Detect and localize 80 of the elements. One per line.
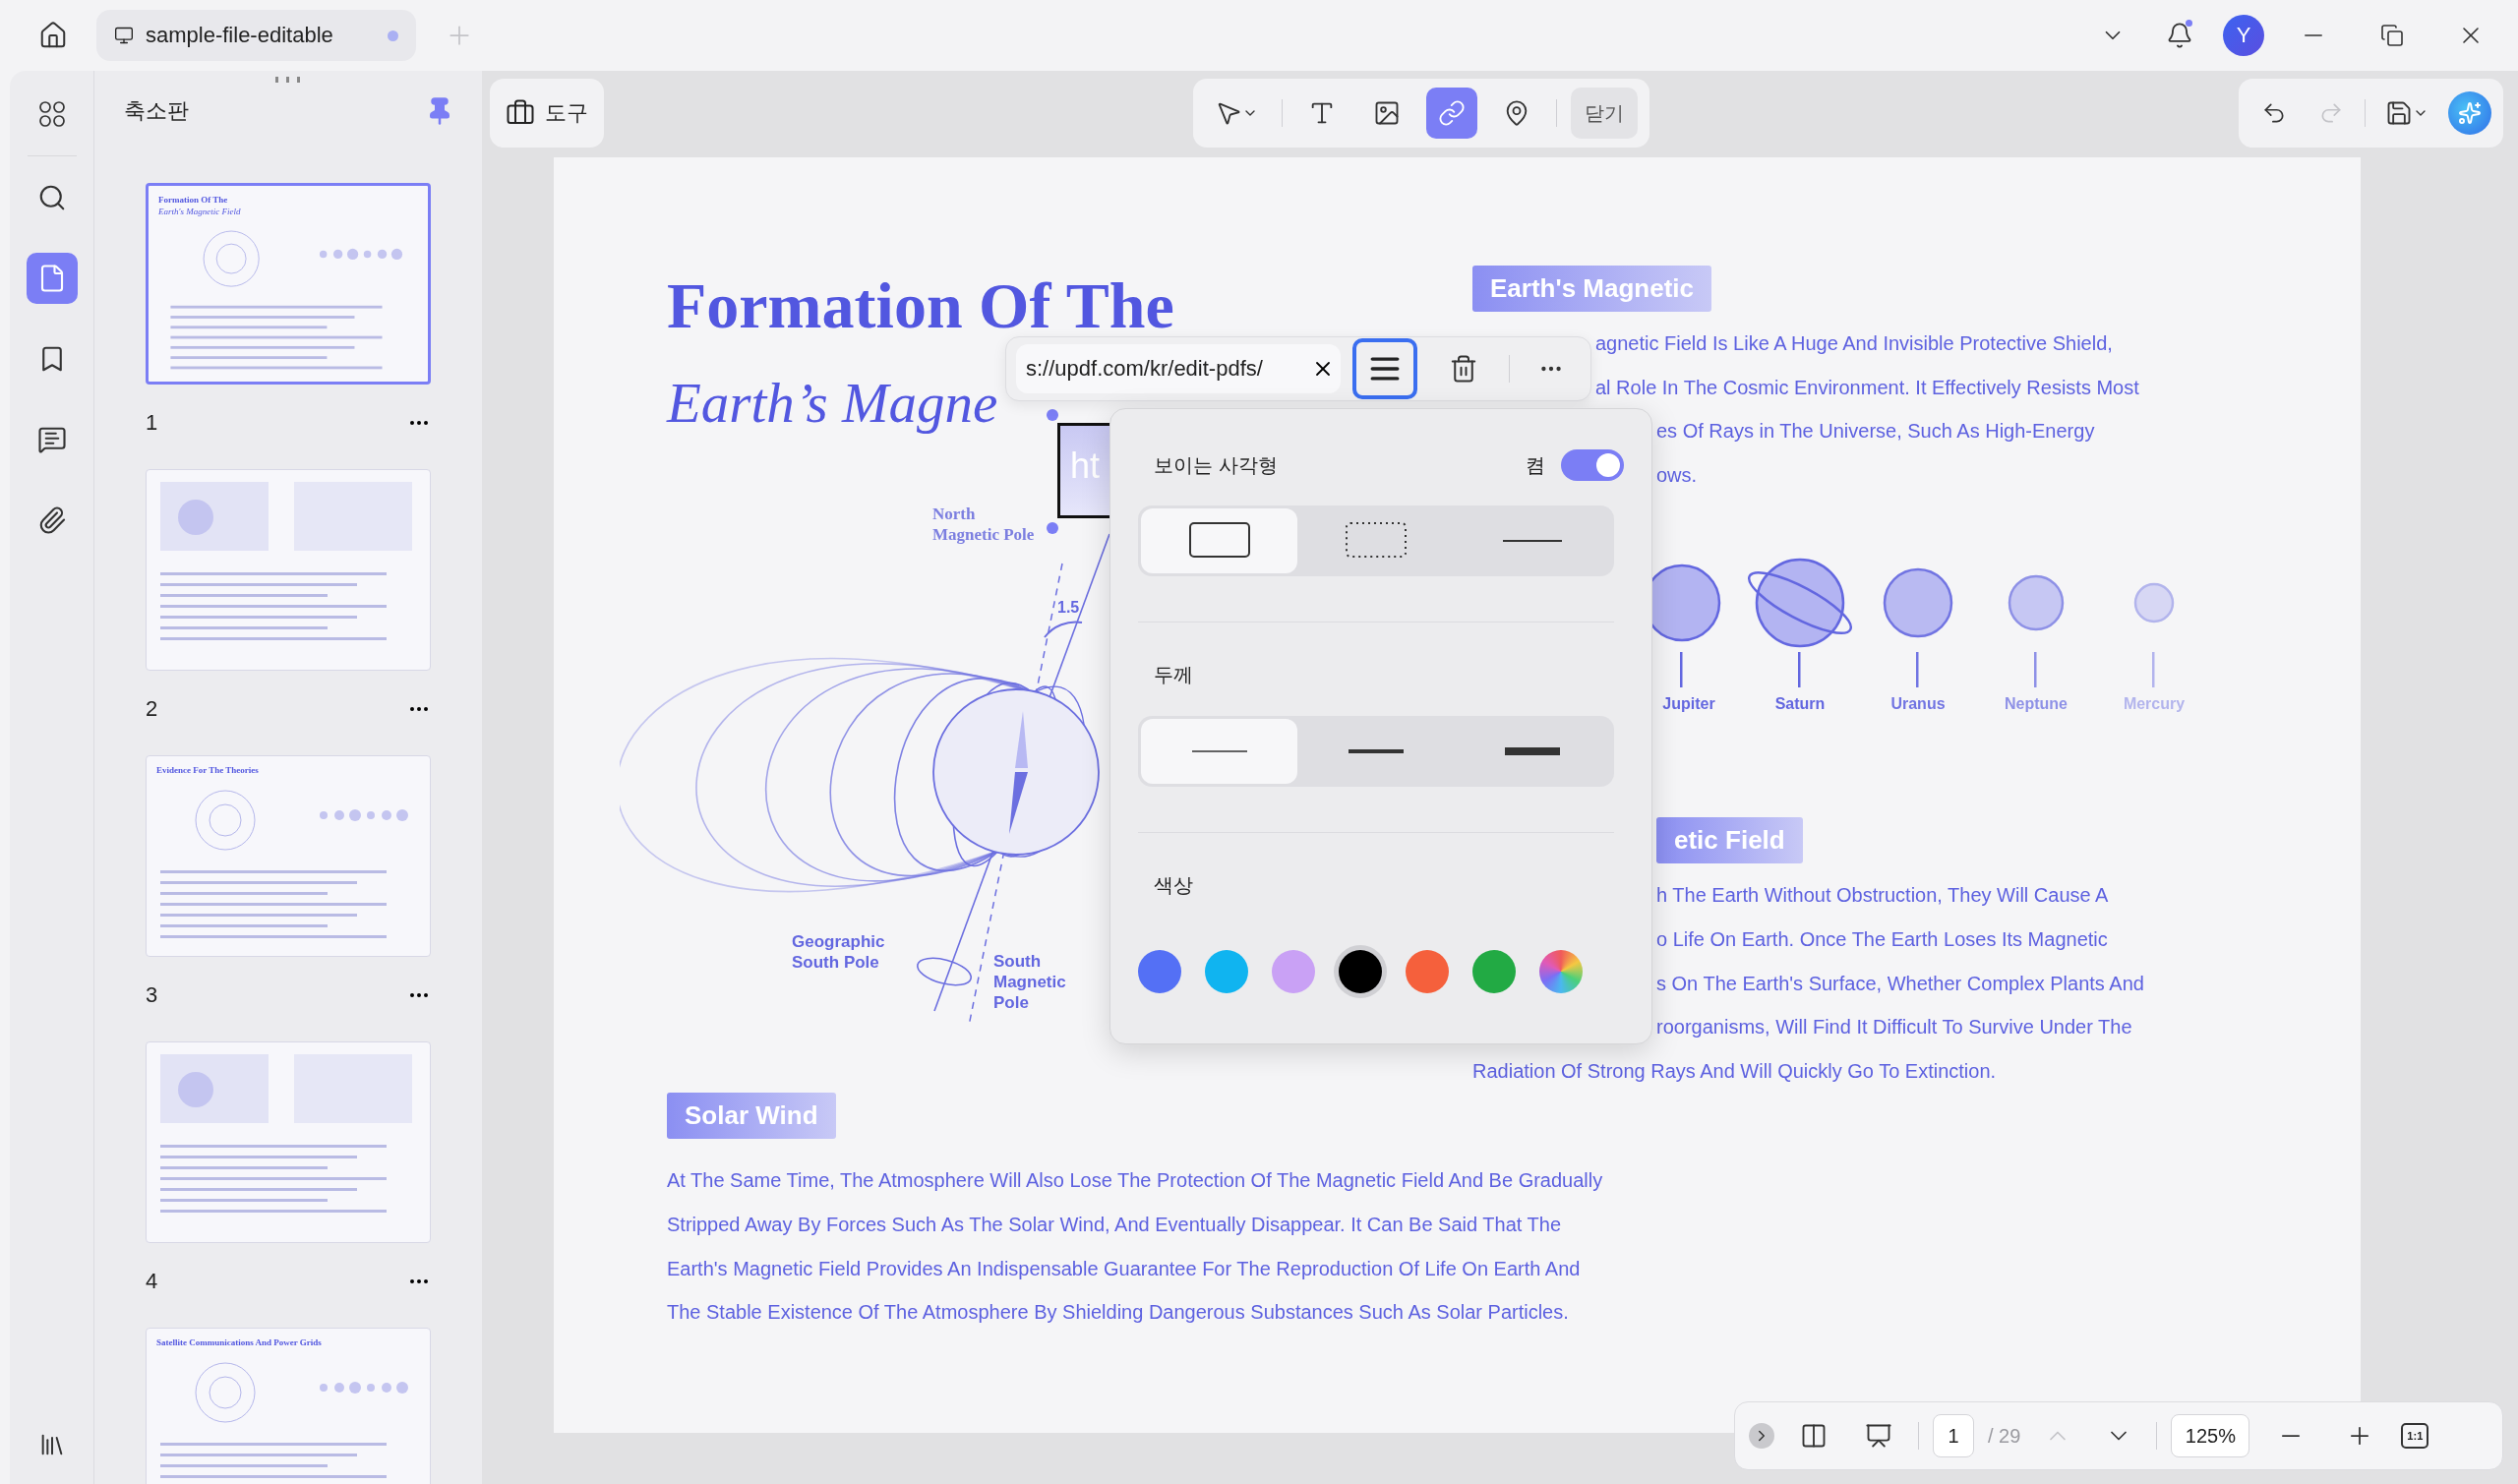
text-line: o Life On Earth. Once The Earth Loses Its Magnetic [1656, 926, 2108, 952]
setting-label: 색상 [1154, 873, 1194, 898]
page-thumbnail[interactable] [146, 1041, 431, 1243]
line-thickness-icon [1505, 746, 1561, 756]
page-number: 3 [146, 982, 158, 1008]
page-thumbnail[interactable] [146, 469, 431, 671]
tick-mark [1798, 652, 1802, 688]
planet-label: Uranus [1890, 695, 1946, 714]
setting-label: 보이는 사각형 [1154, 452, 1278, 478]
link-icon [1438, 99, 1466, 127]
diagram-label: South Magnetic Pole [993, 952, 1066, 1012]
expand-icon[interactable] [1749, 1423, 1774, 1449]
planet-label: Mercury [2123, 695, 2186, 714]
page-thumbnail[interactable]: Satellite Communications And Power Grids [146, 1328, 431, 1484]
tools-button[interactable]: 도구 [490, 79, 604, 148]
document-subtitle: Earth’s Magne [667, 371, 998, 436]
diagram-label: Geographic South Pole [792, 932, 885, 972]
diagram-label: North Magnetic Pole [932, 505, 1035, 544]
paragraph: At The Same Time, The Atmosphere Will Also Lose The Protection Of The Magnetic Field And Be Gradually Stripped Away By Forces Such As The Solar Wind, And Eventually Disappear. It Can Be Said That The Earth's Magnetic Field Provides An Indispensable Guarantee For The Reproduction Of Life On Earth And The Stable Existence Of The Atmosphere By Shielding Dangerous Substances Such As Solar Particles. [667, 1168, 1604, 1326]
text-line: roorganisms, Will Find It Difficult To Survive Under The [1656, 1015, 2132, 1040]
tick-mark [2034, 652, 2038, 688]
text-line: s On The Earth's Surface, Whether Complex Plants And [1656, 971, 2144, 996]
close-button[interactable]: 닫기 [1571, 88, 1638, 139]
line-thickness-icon [1349, 746, 1404, 756]
page-number: 4 [146, 1269, 158, 1294]
thumbnail-title: Evidence For The Theories [156, 764, 260, 776]
tab-title: sample-file-editable [146, 23, 334, 48]
diagram-label: 1.5 [1057, 599, 1080, 616]
planet-label: Jupiter [1662, 695, 1715, 714]
panel-title: 축소판 [124, 97, 189, 125]
thumbnail-title: Formation Of The [158, 194, 229, 206]
setting-label: 두께 [1154, 663, 1194, 687]
border-style-option[interactable] [1141, 508, 1298, 573]
text-line: Radiation Of Strong Rays And Will Quickly Go To Extinction. [1472, 1058, 1997, 1084]
ai-assistant-icon[interactable] [2448, 91, 2491, 135]
solid-rectangle-icon [1188, 522, 1250, 560]
resize-handle[interactable] [1047, 409, 1058, 421]
url-field[interactable]: s://updf.com/kr/edit-pdfs/ [1016, 344, 1342, 393]
color-swatch[interactable] [1472, 950, 1516, 993]
page-thumbnail[interactable]: Evidence For The Theories [146, 755, 431, 957]
page-total: / 29 [1988, 1424, 2021, 1448]
text-line: agnetic Field Is Like A Huge And Invisible Protective Shield, [1595, 331, 2113, 356]
page-icon[interactable] [26, 253, 78, 304]
document-tab[interactable]: sample-file-editable [96, 10, 416, 61]
resize-handle[interactable] [1047, 522, 1058, 534]
thumbnail-title: Earth's Magnetic Field [158, 206, 242, 217]
visible-rectangle-toggle[interactable] [1561, 449, 1624, 481]
user-avatar[interactable]: Y [2223, 15, 2264, 56]
tick-mark [1916, 652, 1920, 688]
drag-handle-icon[interactable] [273, 76, 303, 84]
document-title: Formation Of The [667, 273, 1174, 338]
color-swatch[interactable] [1138, 950, 1181, 993]
page-number: 1 [146, 410, 158, 436]
planet-label: Neptune [2005, 695, 2068, 714]
color-swatch[interactable] [1205, 950, 1248, 993]
dotted-rectangle-icon [1346, 522, 1407, 560]
page-number: 2 [146, 696, 158, 722]
color-swatch[interactable] [1539, 950, 1583, 993]
border-style-button[interactable] [1352, 338, 1417, 399]
link-tool[interactable] [1426, 88, 1477, 139]
tick-mark [2152, 652, 2156, 688]
actual-size-button[interactable]: 1:1 [2401, 1423, 2429, 1449]
text-line: ows. [1656, 462, 1698, 488]
section-heading: Solar Wind [667, 1093, 836, 1140]
monitor-icon [114, 26, 134, 45]
planet-label: Saturn [1774, 695, 1826, 714]
section-heading: Earth's Magnetic [1472, 266, 1711, 312]
page-number-field[interactable]: 1 [1933, 1414, 1974, 1457]
color-swatch[interactable] [1272, 950, 1315, 993]
section-heading: etic Field [1656, 817, 1803, 864]
thumbnail-title: Satellite Communications And Power Grids [156, 1336, 323, 1348]
text-line: es Of Rays in The Universe, Such As High-Energy [1656, 419, 2095, 445]
image-icon [1373, 99, 1401, 127]
text-line: h The Earth Without Obstruction, They Will Cause A [1656, 883, 2109, 909]
text-line: al Role In The Cosmic Environment. It Effectively Resists Most [1595, 375, 2139, 400]
page-thumbnail[interactable]: Formation Of The Earth's Magnetic Field [146, 183, 431, 385]
tick-mark [1680, 652, 1684, 688]
toggle-state-label: 켬 [1526, 452, 1545, 478]
zoom-field[interactable]: 125% [2171, 1414, 2250, 1457]
color-swatch[interactable] [1406, 950, 1449, 993]
